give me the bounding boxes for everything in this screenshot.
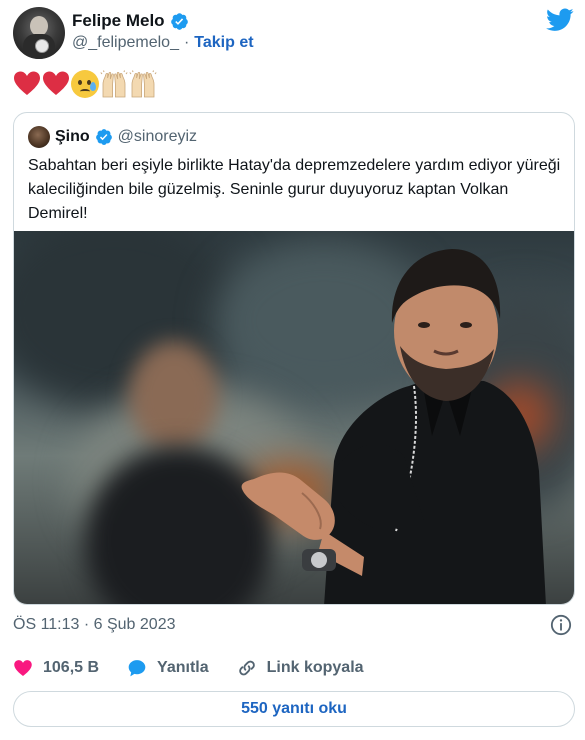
reply-bubble-icon — [128, 660, 146, 677]
reply-label: Yanıtla — [157, 659, 209, 676]
read-replies-button[interactable]: 550 yanıtı oku — [13, 691, 575, 727]
quoted-tweet-text: Sabahtan beri eşiyle birlikte Hatay'da d… — [28, 157, 561, 222]
reply-button[interactable]: Yanıtla — [127, 658, 209, 678]
quoted-tweet-photo[interactable] — [14, 231, 574, 604]
coach-photo-figure — [241, 249, 546, 604]
author-name[interactable]: Felipe Melo — [72, 11, 165, 31]
quoted-author-avatar — [28, 126, 50, 148]
author-name-row: Felipe Melo — [72, 11, 189, 31]
raising-hands-icon — [100, 70, 128, 98]
tweet-emoji-row — [13, 70, 157, 98]
quoted-author-handle: @sinoreyiz — [117, 128, 198, 145]
crying-face-icon — [71, 70, 99, 98]
follow-link[interactable]: Takip et — [194, 34, 253, 52]
red-heart-icon — [43, 71, 69, 95]
tweet-timestamp[interactable]: ÖS 11:13 · 6 Şub 2023 — [13, 616, 175, 634]
author-avatar[interactable] — [13, 7, 65, 59]
copy-link-label: Link kopyala — [266, 659, 364, 676]
quoted-tweet-header: Şino @sinoreyiz — [28, 126, 197, 148]
author-handle[interactable]: @_felipemelo_ — [72, 34, 179, 52]
heart-icon — [14, 660, 32, 676]
quoted-author-name: Şino — [55, 128, 90, 145]
verified-badge-icon — [170, 12, 188, 30]
quoted-tweet[interactable]: Şino @sinoreyiz Sabahtan beri eşiyle bir… — [13, 112, 575, 605]
author-handle-row: @_felipemelo_ · Takip et — [72, 34, 254, 52]
like-count: 106,5 B — [43, 659, 100, 676]
like-button[interactable]: 106,5 B — [13, 658, 99, 678]
raising-hands-icon — [129, 70, 157, 98]
copy-link-button[interactable]: Link kopyala — [237, 658, 364, 678]
link-icon — [238, 660, 255, 676]
tweet-actions: 106,5 B Yanıtla Link kopyala — [13, 658, 392, 678]
verified-badge-icon — [95, 129, 112, 145]
red-heart-icon — [14, 71, 40, 95]
info-icon[interactable] — [550, 614, 572, 636]
separator-dot: · — [183, 34, 190, 51]
twitter-bird-icon[interactable] — [546, 8, 574, 32]
embedded-tweet: Felipe Melo @_felipemelo_ · Takip et Şin… — [0, 0, 585, 740]
